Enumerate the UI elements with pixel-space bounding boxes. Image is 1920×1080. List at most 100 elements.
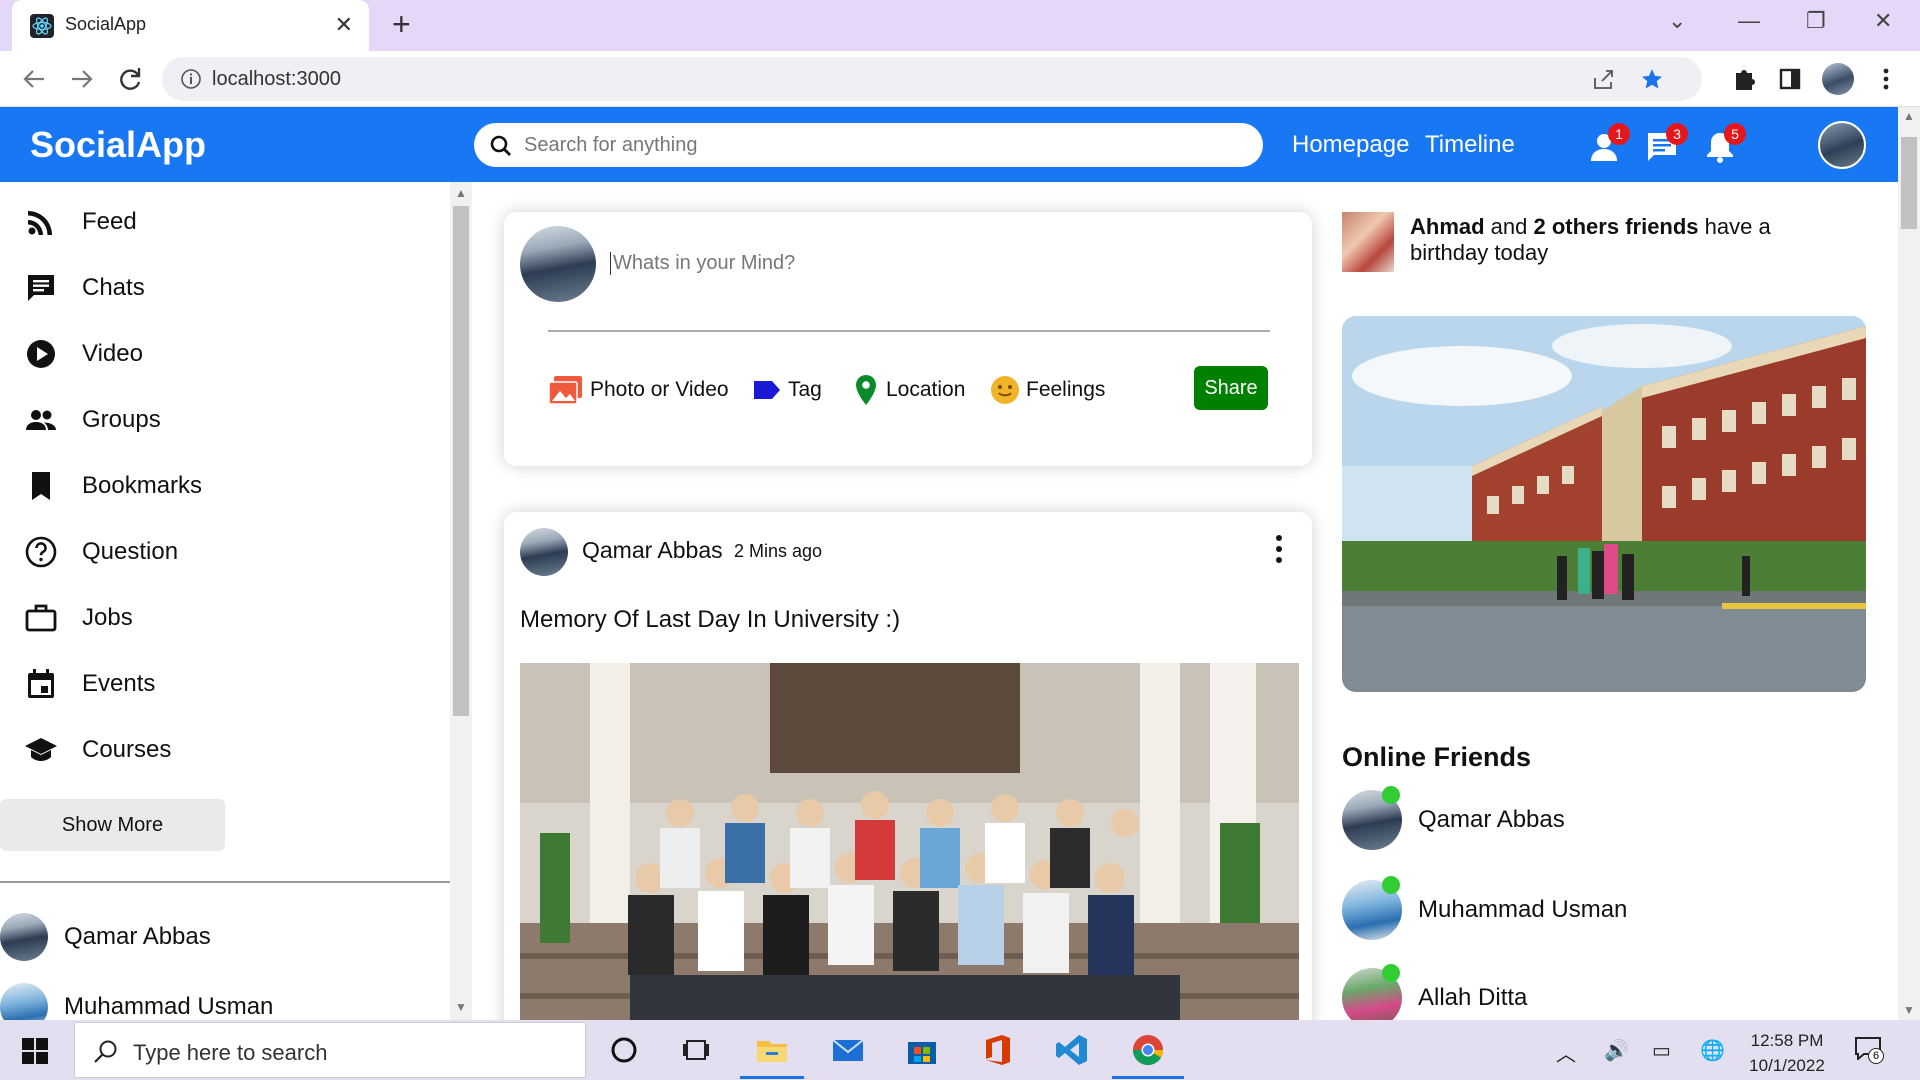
- browser-tab[interactable]: SocialApp ✕: [12, 0, 369, 51]
- sidebar-item-courses[interactable]: Courses: [24, 730, 171, 770]
- clock-date: 10/1/2022: [1749, 1056, 1825, 1075]
- photo-video-option[interactable]: Photo or Video: [548, 370, 729, 410]
- chrome-icon[interactable]: [1130, 1032, 1166, 1068]
- online-friend[interactable]: Qamar Abbas: [1342, 786, 1565, 850]
- share-button[interactable]: Share: [1194, 366, 1268, 410]
- extensions-icon[interactable]: [1728, 63, 1760, 95]
- online-friend[interactable]: Muhammad Usman: [1342, 876, 1628, 940]
- back-icon[interactable]: [18, 63, 50, 95]
- location-option[interactable]: Location: [852, 370, 965, 410]
- avatar-wrapper: [1342, 786, 1402, 850]
- feelings-option[interactable]: Feelings: [990, 370, 1105, 410]
- tray-chevron-icon[interactable]: ︿: [1556, 1038, 1576, 1067]
- option-label: Feelings: [1026, 378, 1106, 401]
- menu-kebab-icon[interactable]: [1870, 63, 1902, 95]
- sidebar-item-question[interactable]: Question: [24, 532, 178, 572]
- search-bar[interactable]: [474, 123, 1263, 167]
- briefcase-icon: [25, 604, 57, 632]
- search-input[interactable]: [522, 132, 1242, 158]
- mail-icon[interactable]: [830, 1032, 866, 1068]
- emoji-icon: [991, 376, 1019, 404]
- play-circle-icon: [27, 340, 55, 368]
- tag-option[interactable]: Tag: [752, 370, 822, 410]
- online-friend[interactable]: Allah Ditta: [1342, 964, 1527, 1028]
- friend-requests-button[interactable]: 1: [1586, 123, 1630, 165]
- page-scrollbar[interactable]: ▲ ▼: [1898, 107, 1920, 1020]
- windows-start-icon[interactable]: [22, 1038, 48, 1064]
- minimize-icon[interactable]: —: [1738, 8, 1760, 34]
- vscode-icon[interactable]: [1054, 1032, 1090, 1068]
- notification-center-button[interactable]: 6: [1854, 1036, 1884, 1064]
- scroll-down-icon[interactable]: ▼: [1903, 1003, 1915, 1017]
- tab-search-icon[interactable]: ⌄: [1668, 8, 1686, 34]
- new-tab-icon[interactable]: +: [392, 8, 411, 40]
- app-logo[interactable]: SocialApp: [30, 124, 206, 166]
- help-circle-icon: [25, 536, 57, 568]
- online-status-dot: [1382, 876, 1400, 894]
- microsoft-store-icon[interactable]: [904, 1032, 940, 1068]
- chat-icon: [28, 275, 54, 301]
- scroll-up-icon[interactable]: ▲: [1903, 109, 1915, 123]
- user-avatar[interactable]: [1818, 121, 1866, 169]
- side-panel-icon[interactable]: [1774, 63, 1806, 95]
- close-tab-icon[interactable]: ✕: [335, 12, 353, 38]
- sidebar-friend[interactable]: Muhammad Usman: [0, 982, 273, 1020]
- cortana-icon[interactable]: [606, 1032, 642, 1068]
- sidebar-item-video[interactable]: Video: [24, 334, 143, 374]
- taskbar-search-placeholder: Type here to search: [133, 1040, 328, 1065]
- scrollbar-thumb[interactable]: [453, 206, 469, 716]
- share-page-icon[interactable]: [1592, 68, 1616, 90]
- restore-icon[interactable]: ❐: [1806, 8, 1826, 34]
- sidebar-item-chats[interactable]: Chats: [24, 268, 145, 308]
- messages-badge: 3: [1666, 123, 1688, 145]
- timeline-link[interactable]: Timeline: [1425, 131, 1515, 159]
- notifications-button[interactable]: 5: [1702, 123, 1746, 165]
- scrollbar-thumb[interactable]: [1901, 137, 1917, 229]
- birthday-count: 2 others friends: [1533, 214, 1699, 239]
- battery-icon[interactable]: ▭: [1652, 1038, 1671, 1063]
- volume-icon[interactable]: 🔊: [1604, 1038, 1629, 1063]
- info-icon[interactable]: [180, 68, 202, 90]
- scroll-up-icon[interactable]: ▲: [455, 186, 467, 200]
- address-bar[interactable]: localhost:3000: [162, 57, 1702, 101]
- school-icon: [25, 738, 57, 761]
- forward-icon[interactable]: [66, 63, 98, 95]
- sidebar-item-bookmarks[interactable]: Bookmarks: [24, 466, 202, 506]
- bookmark-star-icon[interactable]: [1640, 67, 1664, 91]
- birthday-name: Ahmad: [1410, 214, 1485, 239]
- more-vert-icon[interactable]: [1274, 534, 1284, 564]
- homepage-link[interactable]: Homepage: [1292, 131, 1409, 159]
- sidebar-item-label: Courses: [82, 736, 172, 763]
- option-label: Tag: [788, 378, 822, 401]
- post-photo[interactable]: [520, 663, 1299, 1052]
- avatar: [0, 983, 48, 1020]
- scroll-down-icon[interactable]: ▼: [455, 1000, 467, 1014]
- show-more-button[interactable]: Show More: [0, 799, 225, 851]
- sidebar-item-feed[interactable]: Feed: [24, 202, 137, 242]
- avatar[interactable]: [520, 528, 568, 576]
- reload-icon[interactable]: [114, 63, 146, 95]
- sidebar-item-label: Video: [82, 340, 143, 367]
- close-window-icon[interactable]: ✕: [1874, 8, 1892, 34]
- sidebar-item-jobs[interactable]: Jobs: [24, 598, 133, 638]
- react-icon: [30, 14, 54, 38]
- post-author[interactable]: Qamar Abbas: [582, 537, 723, 564]
- option-label: Photo or Video: [590, 378, 729, 401]
- sidebar-item-groups[interactable]: Groups: [24, 400, 161, 440]
- share-input[interactable]: Whats in your Mind?: [610, 252, 795, 275]
- campus-image: [1342, 316, 1866, 692]
- network-globe-icon[interactable]: 🌐: [1700, 1038, 1725, 1063]
- friend-name: Muhammad Usman: [1418, 896, 1628, 923]
- system-clock[interactable]: 12:58 PM 10/1/2022: [1744, 1028, 1830, 1078]
- sidebar-item-events[interactable]: Events: [24, 664, 155, 704]
- task-view-icon[interactable]: [678, 1032, 714, 1068]
- profile-avatar[interactable]: [1822, 63, 1854, 95]
- search-icon: [94, 1040, 117, 1063]
- sidebar-item-label: Question: [82, 538, 179, 565]
- office-icon[interactable]: [980, 1032, 1016, 1068]
- sidebar-scrollbar[interactable]: ▲ ▼: [450, 182, 472, 1020]
- taskbar-search[interactable]: Type here to search: [74, 1022, 586, 1078]
- sidebar-friend[interactable]: Qamar Abbas: [0, 912, 211, 962]
- file-explorer-icon[interactable]: [754, 1032, 790, 1068]
- messages-button[interactable]: 3: [1644, 123, 1688, 165]
